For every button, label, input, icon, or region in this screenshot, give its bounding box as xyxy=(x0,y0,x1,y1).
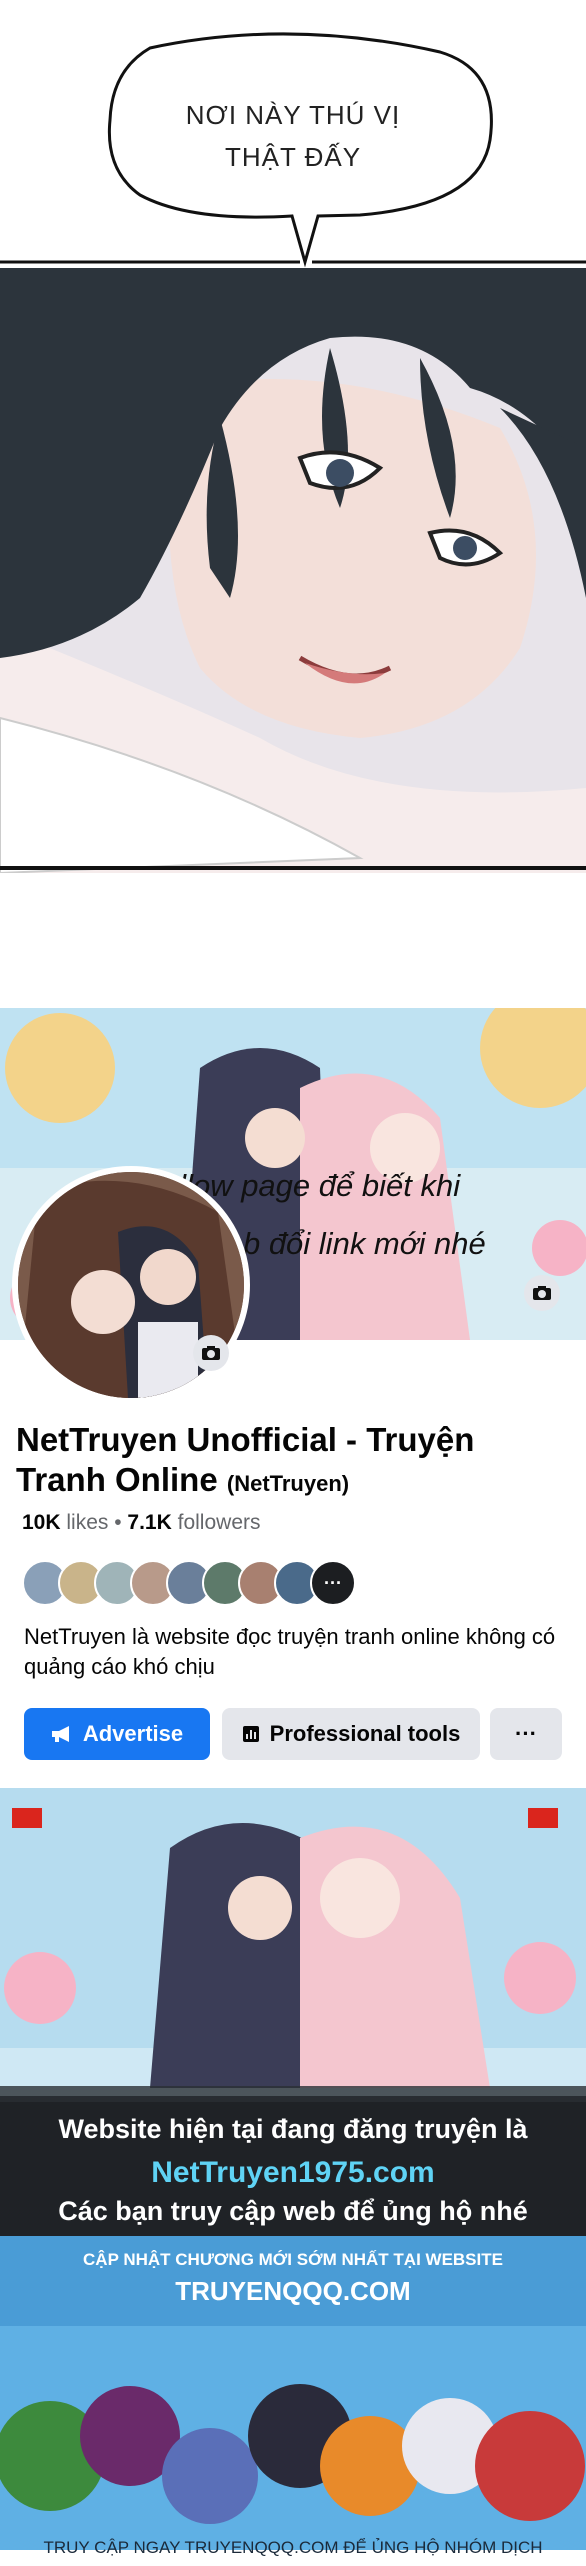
megaphone-icon xyxy=(51,1726,69,1742)
page-stats: 10K likes • 7.1K followers xyxy=(22,1511,261,1535)
stats-separator: • xyxy=(114,1511,128,1534)
more-followers-button[interactable]: ··· xyxy=(310,1560,356,1606)
followers-count: 7.1K xyxy=(127,1511,172,1534)
likes-count: 10K xyxy=(22,1511,61,1534)
promo-banner: Website hiện tại đang đăng truyện là Net… xyxy=(0,1788,586,2236)
followers-label: followers xyxy=(177,1511,261,1534)
professional-tools-button[interactable]: Professional tools xyxy=(222,1708,480,1760)
more-options-button[interactable]: ··· xyxy=(490,1708,562,1760)
advertise-button[interactable]: Advertise xyxy=(24,1708,210,1760)
facebook-page-card: Follow page để biết khi nào web đổi link… xyxy=(0,1008,586,2379)
cover-camera-icon[interactable] xyxy=(524,1275,560,1311)
promo-site-link[interactable]: NetTruyen1975.com xyxy=(0,2156,586,2190)
panel-gap xyxy=(0,873,586,1008)
footer-text: TRUY CẬP NGAY TRUYENQQQ.COM ĐỂ ỦNG HỘ NH… xyxy=(43,2538,543,2557)
page-title: NetTruyen Unofficial - Truyện Tranh Onli… xyxy=(16,1420,556,1504)
advertise-label: Advertise xyxy=(82,1721,184,1746)
speech-bubble-shape xyxy=(0,32,586,268)
banner-headline: CẬP NHẬT CHƯƠNG MỚI SỚM NHẤT TẠI WEBSITE xyxy=(83,2250,503,2269)
promo-line-1: Website hiện tại đang đăng truyện là xyxy=(58,2114,528,2144)
professional-tools-label: Professional tools xyxy=(269,1721,461,1746)
promo-line-3: Các bạn truy cập web để ủng hộ nhé xyxy=(58,2196,528,2226)
page-description: NetTruyen là website đọc truyện tranh on… xyxy=(24,1624,556,1679)
page-handle: (NetTruyen) xyxy=(226,1471,350,1496)
truyenqqq-banner: CẬP NHẬT CHƯƠNG MỚI SỚM NHẤT TẠI WEBSITE… xyxy=(0,2236,586,2550)
manga-panel-face xyxy=(0,268,586,873)
banner-site-link[interactable]: TRUYENQQQ.COM xyxy=(0,2276,586,2307)
bubble-line-1: NƠI NÀY THÚ VỊ xyxy=(185,100,401,130)
character-face-illustration xyxy=(0,268,586,873)
likes-label: likes xyxy=(66,1511,109,1534)
bubble-line-2: THẬT ĐẤY xyxy=(224,142,362,172)
avatar-camera-icon[interactable] xyxy=(193,1335,229,1371)
manga-panel-speech: NƠI NÀY THÚ VỊ THẬT ĐẤY xyxy=(0,0,586,270)
chart-icon xyxy=(242,1726,259,1742)
